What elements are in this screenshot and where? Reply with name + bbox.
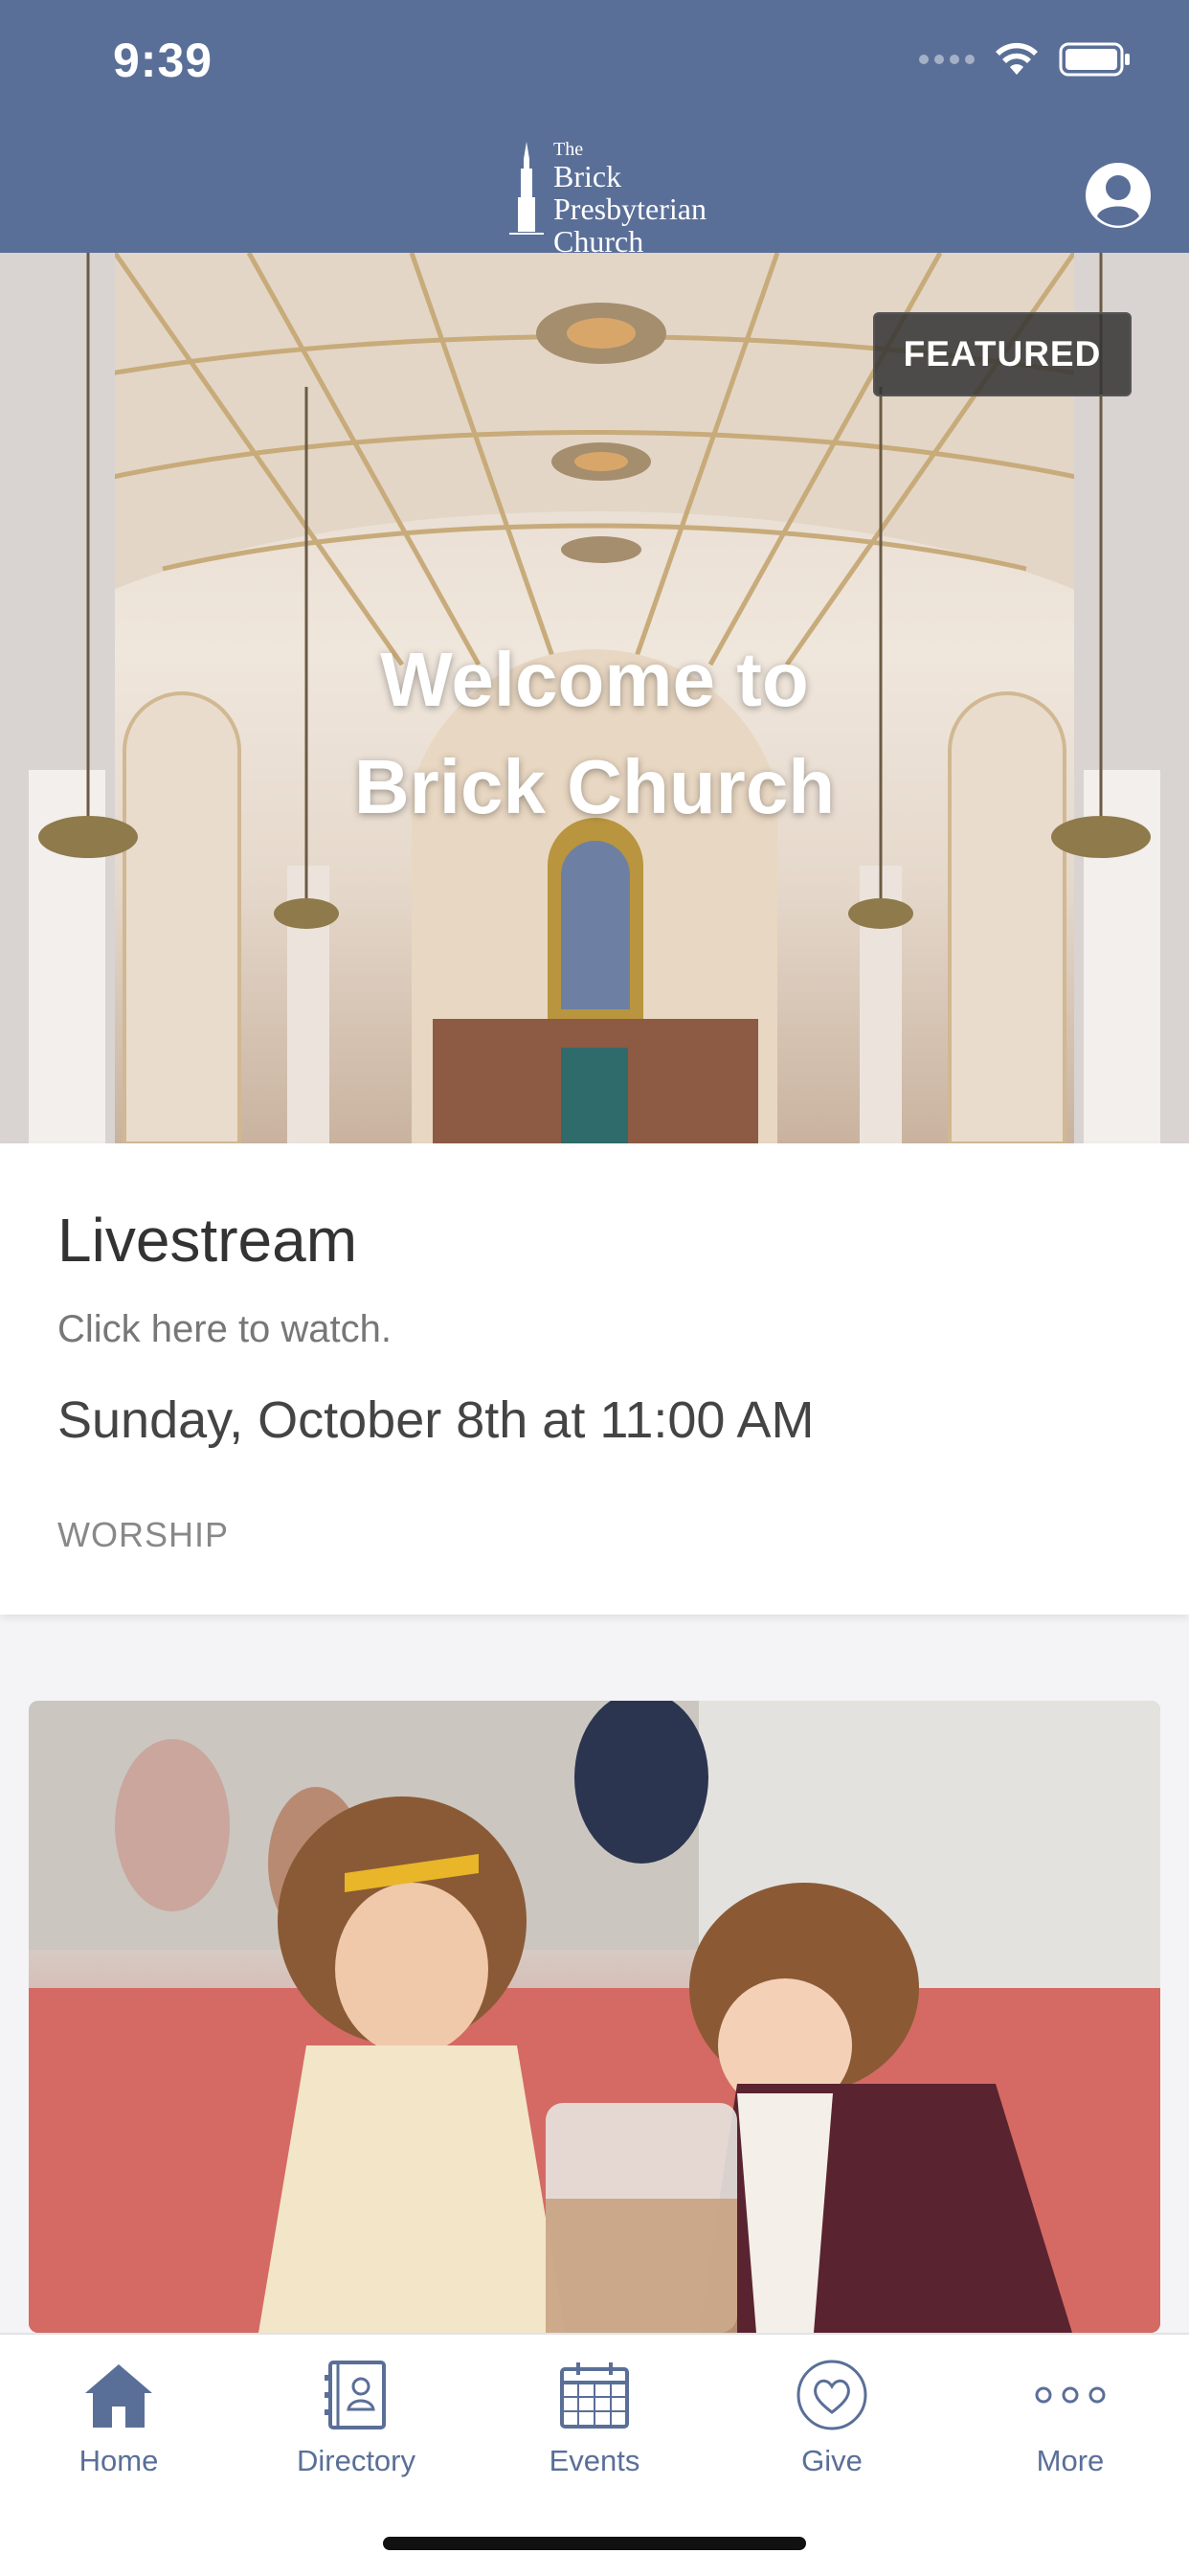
status-time: 9:39 (113, 34, 213, 87)
tab-events[interactable]: Events (476, 2352, 713, 2505)
more-icon (1035, 2386, 1106, 2404)
tab-more[interactable]: More (952, 2352, 1189, 2505)
battery-icon (1059, 42, 1130, 77)
home-icon (85, 2364, 152, 2428)
wifi-icon (996, 42, 1038, 75)
logo-wordmark: The Brick Presbyterian Church (553, 139, 707, 259)
featured-badge: FEATURED (873, 312, 1132, 396)
heart-icon (796, 2360, 867, 2430)
featured-title: Welcome to Brick Church (353, 637, 836, 829)
account-icon[interactable] (1084, 161, 1153, 230)
tab-directory[interactable]: Directory (237, 2352, 475, 2505)
calendar-icon (560, 2362, 629, 2429)
card-title: Livestream (57, 1206, 357, 1275)
card-subtitle: Click here to watch. (57, 1308, 393, 1350)
livestream-card[interactable]: Livestream Click here to watch. Sunday, … (0, 1143, 1189, 1615)
tab-home[interactable]: Home (0, 2352, 237, 2505)
status-indicators (919, 42, 1132, 77)
featured-banner[interactable]: FEATURED Welcome to Brick Church (0, 253, 1189, 1143)
children-photo-image (29, 1701, 1160, 2333)
home-indicator[interactable] (383, 2537, 806, 2550)
tab-give[interactable]: Give (713, 2352, 951, 2505)
card-datetime: Sunday, October 8th at 11:00 AM (57, 1391, 815, 1449)
signal-icon (919, 55, 975, 64)
card-category: WORSHIP (57, 1515, 230, 1554)
church-logo: The Brick Presbyterian Church (505, 140, 716, 257)
children-photo-card[interactable] (29, 1701, 1160, 2333)
app-header: 9:39 The Brick Presbyterian Church (0, 0, 1189, 257)
steeple-icon (509, 142, 544, 235)
directory-icon (325, 2361, 386, 2429)
